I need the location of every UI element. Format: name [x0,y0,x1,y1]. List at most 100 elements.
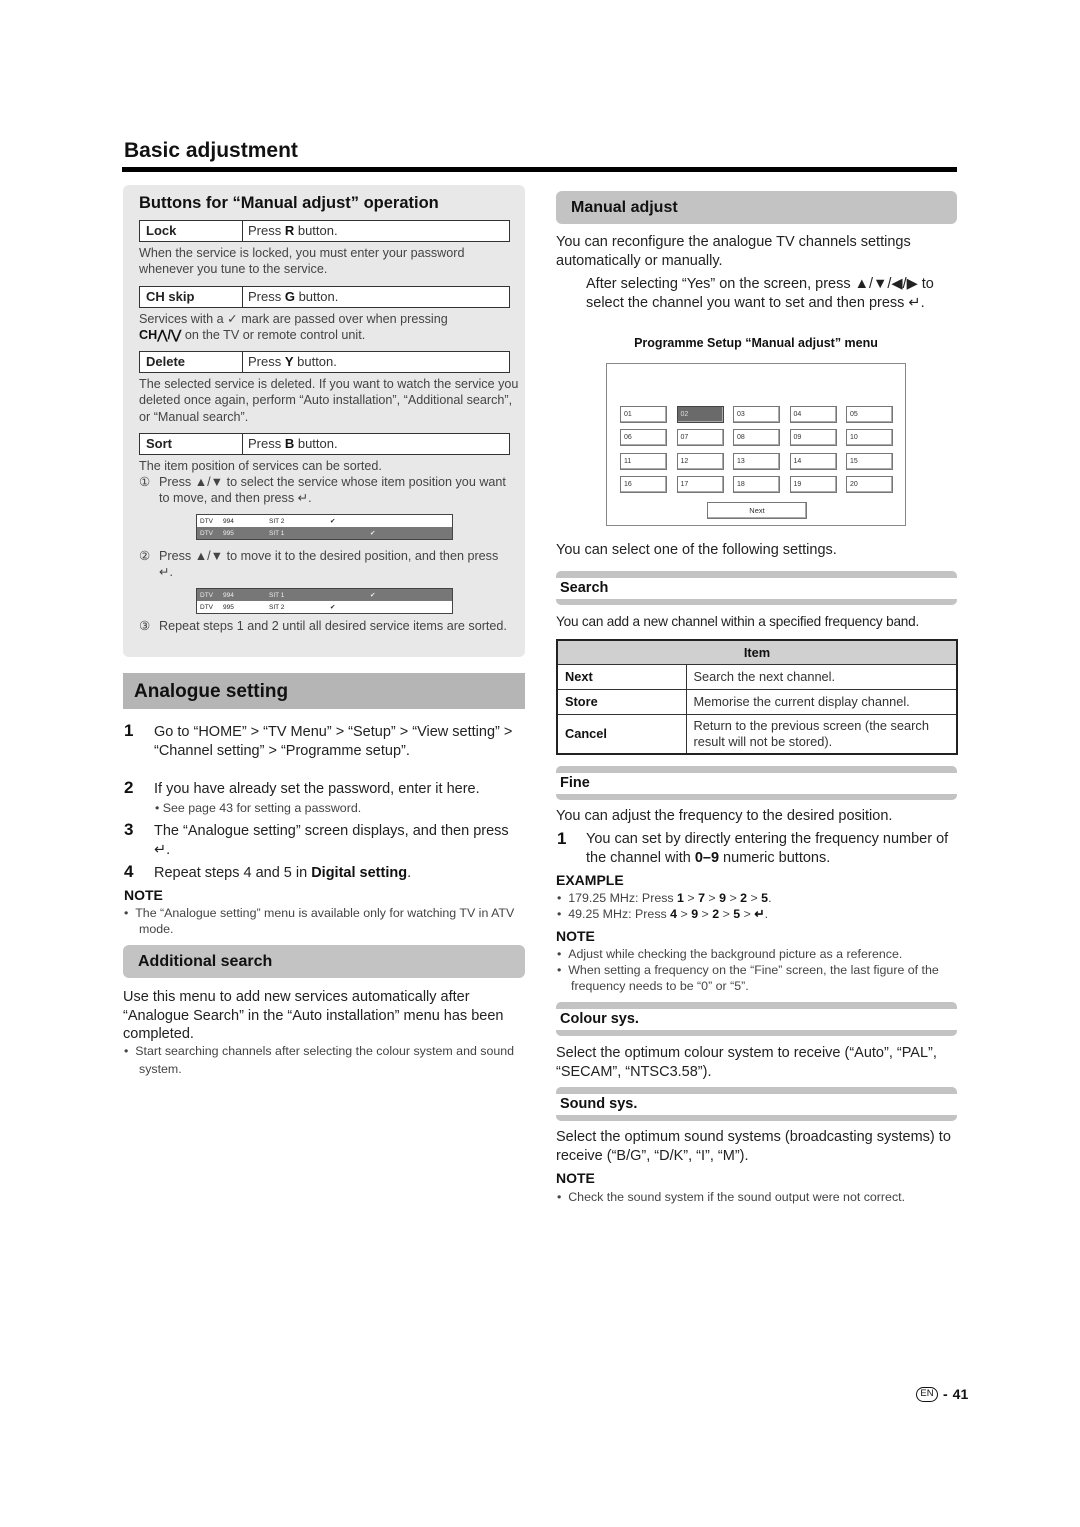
channel-01-button[interactable]: 01 [620,406,667,423]
fine-step-text: You can set by directly entering the fre… [586,831,949,866]
step-2-text: If you have already set the password, en… [154,781,480,797]
menu-caption: Programme Setup “Manual adjust” menu [634,336,878,350]
fine-step-number: 1 [557,829,567,848]
channel-20-button[interactable]: 20 [846,475,893,493]
delete-action: Press Y button. [248,354,337,369]
fine-body: You can adjust the frequency to the desi… [556,808,893,824]
buttons-panel-title: Buttons for “Manual adjust” operation [139,194,439,212]
channel-02-button[interactable]: 02 [676,406,724,423]
channel-15-button[interactable]: 15 [846,452,893,470]
search-items-table: Item Next Search the next channel. Store M… [556,639,958,755]
delete-description: The selected service is deleted. If you … [139,377,519,424]
page-number: 41 [952,1386,969,1402]
lock-key: Lock [140,221,243,241]
r-button-label: R [284,223,295,238]
check-icon: ✔ [330,518,336,525]
page-title: Basic adjustment [124,139,298,162]
channel-16-button[interactable]: 16 [620,475,667,493]
colour-sys-body: Select the optimum colour system to rece… [556,1045,937,1080]
sort-action: Press B button. [248,436,338,451]
ch-skip-description: Services with a ✓ mark are passed over w… [139,312,448,343]
key-label: 7 [698,891,705,905]
delete-key: Delete [140,352,243,372]
channel-07-button[interactable]: 07 [676,429,724,447]
key-label: 4 [670,907,678,921]
language-badge: EN [916,1386,938,1402]
step-3-number: 3 [124,820,134,839]
key-label: 1 [677,891,684,905]
sound-sys-body: Select the optimum sound systems (broadc… [556,1129,951,1164]
key-label: 9 [719,891,727,905]
key-label: 9 [691,907,699,921]
key-label: 2 [712,907,720,921]
step-3-text: The “Analogue setting” screen displays, … [154,823,509,858]
channel-03-button[interactable]: 03 [733,406,780,423]
key-label: 5 [733,907,741,921]
fine-note-heading: NOTE [556,928,595,944]
step-2-bullet: • See page 43 for setting a password. [155,801,362,815]
example-1: • 179.25 MHz: Press 1 > 7 > 9 > 2 > 5. [557,891,772,905]
sort-key: Sort [140,434,243,454]
sort-description: The item position of services can be sor… [139,459,382,473]
analogue-note-heading: NOTE [124,887,163,903]
channel-13-button[interactable]: 13 [733,452,780,470]
sort-step-2-text: Press ▲/▼ to move it to the desired posi… [159,549,499,580]
channel-19-button[interactable]: 19 [789,475,837,493]
sort-list-before: DTV 994 SIT 2 ✔ DTV 995 SIT 1 ✔ [196,514,453,540]
y-button-label: Y [284,354,294,369]
key-label: 2 [740,891,748,905]
additional-search-bullet: • Start searching channels after selecti… [124,1044,515,1076]
manual-adjust-intro: You can reconfigure the analogue TV chan… [556,234,911,269]
fine-note-1: • Adjust while checking the background p… [557,947,903,961]
sort-list-after: DTV 994 SIT 1 ✔ DTV 995 SIT 2 ✔ [196,588,453,614]
additional-search-body: Use this menu to add new services automa… [123,989,504,1042]
select-settings-text: You can select one of the following sett… [556,542,837,558]
channel-10-button[interactable]: 10 [846,429,893,447]
next-button[interactable]: Next [707,502,807,519]
manual-adjust-instruction: After selecting “Yes” on the screen, pre… [586,276,934,311]
sort-row: Sort Press B button. [139,433,510,455]
search-heading: Search [556,571,957,605]
page-separator: - [943,1386,948,1402]
sort-step-2-marker: ② [139,549,151,563]
g-button-label: G [284,289,295,304]
manual-adjust-menu-screen: 01 02 03 04 05 06 07 08 09 10 11 12 13 14 15 16 17 18 19 20… [606,363,906,526]
channel-09-button[interactable]: 09 [789,429,837,447]
ch-skip-action: Press G button. [248,289,339,304]
fine-heading: Fine [556,766,957,800]
sound-sys-heading: Sound sys. [556,1087,957,1121]
search-body: You can add a new channel within a speci… [556,614,920,629]
table-row: Store Memorise the current display channe… [556,688,958,715]
ch-up-down-icon: CH⋀/⋁ [139,328,182,343]
sound-note-heading: NOTE [556,1170,595,1186]
step-1-number: 1 [124,721,134,740]
channel-17-button[interactable]: 17 [676,475,724,493]
check-icon: ✔ [370,592,376,599]
ch-skip-row: CH skip Press G button. [139,286,510,308]
channel-06-button[interactable]: 06 [620,429,667,447]
title-rule [122,167,957,172]
table-header-item: Item [556,639,958,665]
channel-05-button[interactable]: 05 [846,406,893,423]
sort-step-3-text: Repeat steps 1 and 2 until all desired s… [159,619,507,633]
b-button-label: B [284,436,295,451]
step-4-text: Repeat steps 4 and 5 in Digital setting. [154,865,412,881]
channel-08-button[interactable]: 08 [733,429,780,447]
example-2: • 49.25 MHz: Press 4 > 9 > 2 > 5 > ↵. [557,907,769,921]
sound-note: • Check the sound system if the sound ou… [557,1190,906,1204]
sort-step-1-marker: ① [139,475,151,489]
analogue-setting-heading: Analogue setting [123,673,525,709]
sort-list-row-selected: DTV 994 SIT 1 ✔ [197,589,452,601]
channel-18-button[interactable]: 18 [733,475,780,493]
lock-row: Lock Press R button. [139,220,510,242]
channel-12-button[interactable]: 12 [676,452,724,470]
channel-14-button[interactable]: 14 [789,452,837,470]
sort-step-3-marker: ③ [139,619,151,633]
sort-list-row-selected: DTV 995 SIT 1 ✔ [197,527,452,539]
channel-04-button[interactable]: 04 [789,406,837,423]
ch-skip-key: CH skip [140,287,243,307]
analogue-note: • The “Analogue setting” menu is availab… [124,906,515,937]
delete-row: Delete Press Y button. [139,351,510,373]
check-icon: ✔ [330,604,336,611]
channel-11-button[interactable]: 11 [620,452,667,470]
